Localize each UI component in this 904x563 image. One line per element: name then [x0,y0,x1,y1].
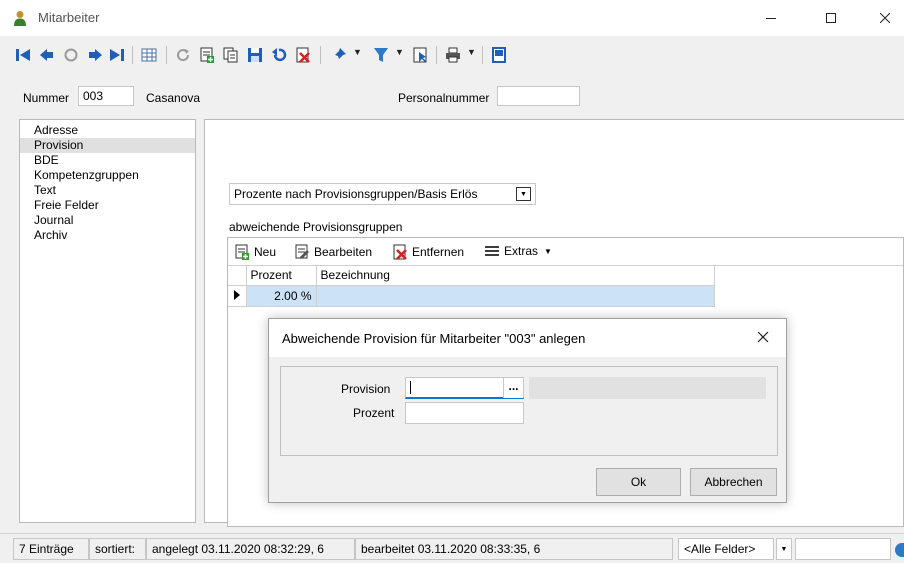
print-icon[interactable] [442,44,464,66]
delete-icon[interactable] [292,44,314,66]
provision-mode-value: Prozente nach Provisionsgruppen/Basis Er… [234,187,478,201]
layout-icon[interactable] [488,44,510,66]
dialog-close-icon[interactable] [754,328,772,346]
column-header-bezeichnung[interactable]: Bezeichnung [316,266,715,286]
nav-item-text[interactable]: Text [20,183,195,198]
nav-item-provision[interactable]: Provision [20,138,195,153]
status-search-input[interactable] [795,538,891,560]
cell-prozent[interactable]: 2.00 % [246,285,317,307]
new-icon [235,244,249,260]
provision-label: Provision [341,382,391,396]
dialog-title-bar: Abweichende Provision für Mitarbeiter "0… [269,319,786,357]
column-header-prozent[interactable]: Prozent [246,266,317,286]
first-record-icon[interactable] [12,44,34,66]
window-title: Mitarbeiter [38,10,100,25]
chevron-down-icon[interactable]: ▼ [776,538,792,560]
cell-bezeichnung[interactable] [316,285,715,307]
close-button[interactable] [862,0,904,36]
grid-toolbar: Neu Bearbeiten Entfernen Extras ▼ [228,238,903,266]
cancel-button[interactable]: Abbrechen [690,468,777,496]
browse-button[interactable]: ... [503,378,523,398]
refresh-icon[interactable] [172,44,194,66]
field-filter-select[interactable]: <Alle Felder> [678,538,774,560]
select-cursor-icon[interactable] [410,44,432,66]
last-record-icon[interactable] [106,44,128,66]
prozent-label: Prozent [353,406,395,420]
record-count: 7 Einträge [13,538,89,560]
maximize-button[interactable] [808,0,854,36]
provision-mode-select[interactable]: Prozente nach Provisionsgruppen/Basis Er… [229,183,536,205]
copy-record-icon[interactable] [220,44,242,66]
dialog-title: Abweichende Provision für Mitarbeiter "0… [282,331,586,346]
nav-item-freie-felder[interactable]: Freie Felder [20,198,195,213]
personalnummer-label: Personalnummer [398,91,490,105]
text-cursor [410,381,411,394]
table-view-icon[interactable] [138,44,160,66]
prozent-input[interactable] [405,402,524,424]
nav-item-journal[interactable]: Journal [20,213,195,228]
search-go-icon[interactable] [895,543,904,557]
nav-item-archiv[interactable]: Archiv [20,228,195,243]
dialog-fields: Provision ... Prozent [280,366,778,456]
pin-icon[interactable] [328,44,350,66]
nav-item-kompetenzgruppen[interactable]: Kompetenzgruppen [20,168,195,183]
provision-groups-label: abweichende Provisionsgruppen [229,220,403,234]
previous-record-icon[interactable] [36,44,58,66]
chevron-down-icon[interactable]: ▼ [516,187,531,201]
field-filter-value: <Alle Felder> [684,542,756,556]
filter-icon[interactable] [370,44,392,66]
edit-label: Bearbeiten [314,245,373,259]
created-info: angelegt 03.11.2020 08:32:29, 6 [146,538,355,560]
next-record-icon[interactable] [84,44,106,66]
personalnummer-input[interactable] [497,86,580,106]
extras-label: Extras [504,244,539,258]
employee-icon [12,10,28,26]
nummer-input[interactable] [78,86,134,106]
toolbar: ▼ ▼ ▼ [0,36,904,76]
remove-icon [393,244,407,260]
title-bar: Mitarbeiter [0,0,904,36]
search-record-icon[interactable] [60,44,82,66]
provision-input[interactable]: ... [405,377,524,399]
hamburger-icon [485,246,499,256]
status-bar: 7 Einträge sortiert: angelegt 03.11.2020… [0,533,904,563]
section-nav: Adresse Provision BDE Kompetenzgruppen T… [19,119,196,523]
record-header: Nummer Casanova Personalnummer [0,76,904,116]
add-provision-dialog: Abweichende Provision für Mitarbeiter "0… [268,318,787,503]
undo-icon[interactable] [268,44,290,66]
new-button[interactable]: Neu [234,244,276,260]
table-row[interactable]: 2.00 % [228,285,715,307]
save-icon[interactable] [244,44,266,66]
edit-button[interactable]: Bearbeiten [294,244,372,260]
current-row-indicator [228,285,247,307]
new-record-icon[interactable] [196,44,218,66]
nav-item-bde[interactable]: BDE [20,153,195,168]
edited-info: bearbeitet 03.11.2020 08:33:35, 6 [355,538,673,560]
minimize-button[interactable] [748,0,794,36]
nav-item-adresse[interactable]: Adresse [20,123,195,138]
remove-button[interactable]: Entfernen [392,244,464,260]
remove-label: Entfernen [412,245,465,259]
ok-button[interactable]: Ok [596,468,681,496]
employee-name: Casanova [146,91,201,105]
sort-status: sortiert: [89,538,146,560]
chevron-down-icon: ▼ [544,246,552,256]
new-label: Neu [254,245,277,259]
edit-icon [295,244,309,259]
provision-description-field [529,377,766,399]
provision-groups-table: Prozent Bezeichnung 2.00 % [228,266,715,307]
row-header-corner [228,266,247,286]
nummer-label: Nummer [23,91,70,105]
extras-menu[interactable]: Extras ▼ [484,244,552,258]
